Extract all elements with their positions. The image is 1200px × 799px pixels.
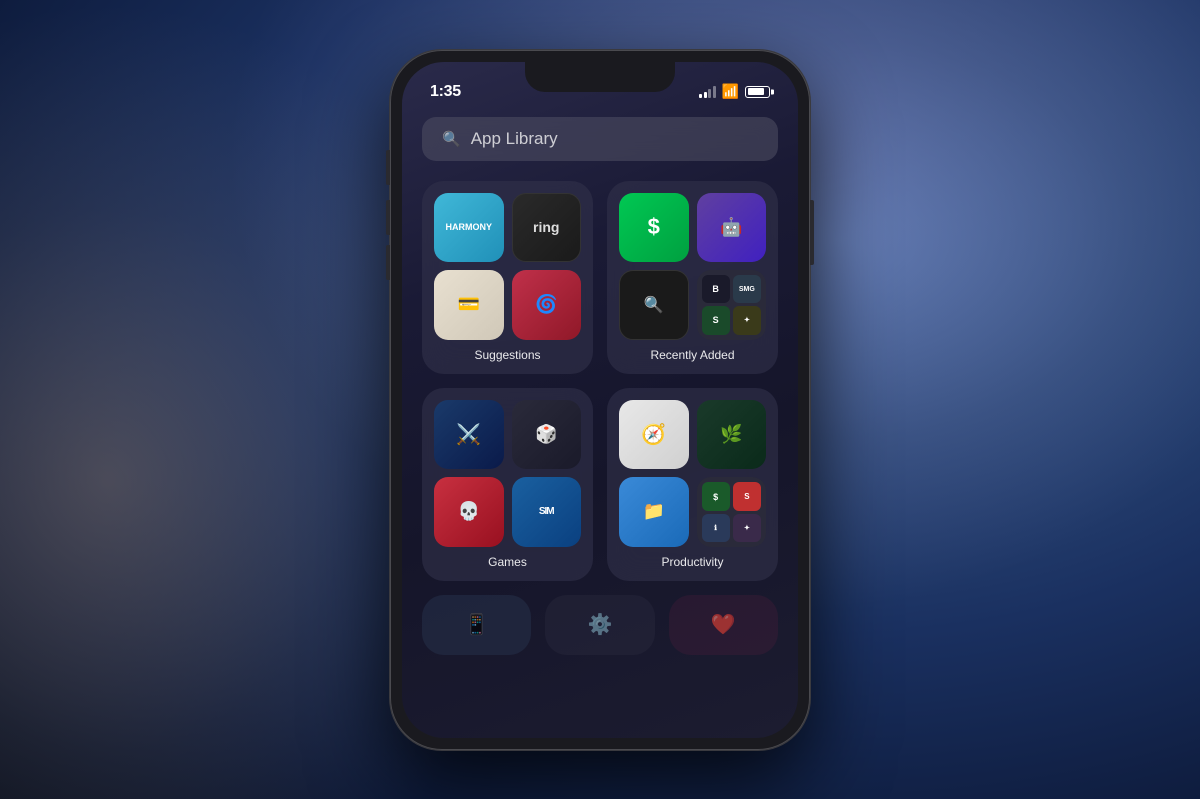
mini-extra-prod: ✦ (733, 514, 761, 541)
phone-notch (525, 62, 675, 92)
group-games[interactable]: ⚔️ 🎲 💀 SIM (422, 388, 593, 581)
group-apps-productivity: 🧭 🌿 📁 (619, 400, 766, 547)
mini-sms: SMG (733, 275, 761, 303)
app-magnify[interactable]: 🔍 (619, 270, 689, 340)
app-mini-group-recent[interactable]: B SMG S ✦ (697, 270, 767, 340)
mini-r-prod: S (733, 482, 761, 511)
group-suggestions[interactable]: HARMON­Y ring 💳 (422, 181, 593, 374)
app-skullgirls[interactable]: 💀 (434, 477, 504, 547)
phone-frame: 1:35 📶 🔍 App Library (390, 50, 810, 750)
group-label-suggestions: Suggestions (434, 348, 581, 362)
app-robot[interactable]: 🤖 (697, 193, 767, 263)
group-label-productivity: Productivity (619, 555, 766, 569)
phone-container: 1:35 📶 🔍 App Library (390, 50, 810, 750)
app-nova[interactable]: 🌀 (512, 270, 582, 340)
group-label-recent: Recently Added (619, 348, 766, 362)
bottom-row-partial: 📱 ⚙️ ❤️ (422, 595, 778, 655)
group-apps-recent: $ 🤖 🔍 (619, 193, 766, 340)
mini-apps-prod: $ S ℹ ✦ (697, 477, 767, 547)
app-wallet[interactable]: 💳 (434, 270, 504, 340)
app-ring[interactable]: ring (512, 193, 582, 263)
group-label-games: Games (434, 555, 581, 569)
mini-apps-recent: B SMG S ✦ (697, 270, 767, 340)
app-mini-group-prod[interactable]: $ S ℹ ✦ (697, 477, 767, 547)
app-groups: HARMON­Y ring 💳 (422, 181, 778, 581)
signal-icon (699, 86, 716, 98)
bottom-app-2[interactable]: ⚙️ (545, 595, 654, 655)
app-files[interactable]: 📁 (619, 477, 689, 547)
search-bar[interactable]: 🔍 App Library (422, 117, 778, 161)
group-apps-games: ⚔️ 🎲 💀 SIM (434, 400, 581, 547)
wifi-icon: 📶 (722, 83, 739, 100)
status-icons: 📶 (699, 83, 770, 100)
app-harmony[interactable]: HARMON­Y (434, 193, 504, 263)
mini-s-prod: $ (702, 482, 730, 511)
mini-s1: S (702, 306, 730, 334)
phone-screen: 1:35 📶 🔍 App Library (402, 62, 798, 738)
group-apps-suggestions: HARMON­Y ring 💳 (434, 193, 581, 340)
battery-fill (748, 88, 764, 95)
app-ffta[interactable]: ⚔️ (434, 400, 504, 470)
app-dice[interactable]: 🎲 (512, 400, 582, 470)
group-recently-added[interactable]: $ 🤖 🔍 (607, 181, 778, 374)
app-cashapp[interactable]: $ (619, 193, 689, 263)
bottom-app-3[interactable]: ❤️ (669, 595, 778, 655)
mini-extra: ✦ (733, 306, 761, 334)
bottom-app-1[interactable]: 📱 (422, 595, 531, 655)
group-productivity[interactable]: 🧭 🌿 📁 (607, 388, 778, 581)
app-robinhood[interactable]: 🌿 (697, 400, 767, 470)
status-time: 1:35 (430, 83, 461, 101)
app-safari[interactable]: 🧭 (619, 400, 689, 470)
mini-bold: B (702, 275, 730, 303)
mini-i-prod: ℹ (702, 514, 730, 541)
screen-content: 🔍 App Library HARMON­Y (402, 62, 798, 738)
search-placeholder: App Library (471, 129, 558, 149)
search-icon: 🔍 (442, 130, 461, 148)
app-simcity[interactable]: SIM (512, 477, 582, 547)
battery-icon (745, 86, 770, 98)
